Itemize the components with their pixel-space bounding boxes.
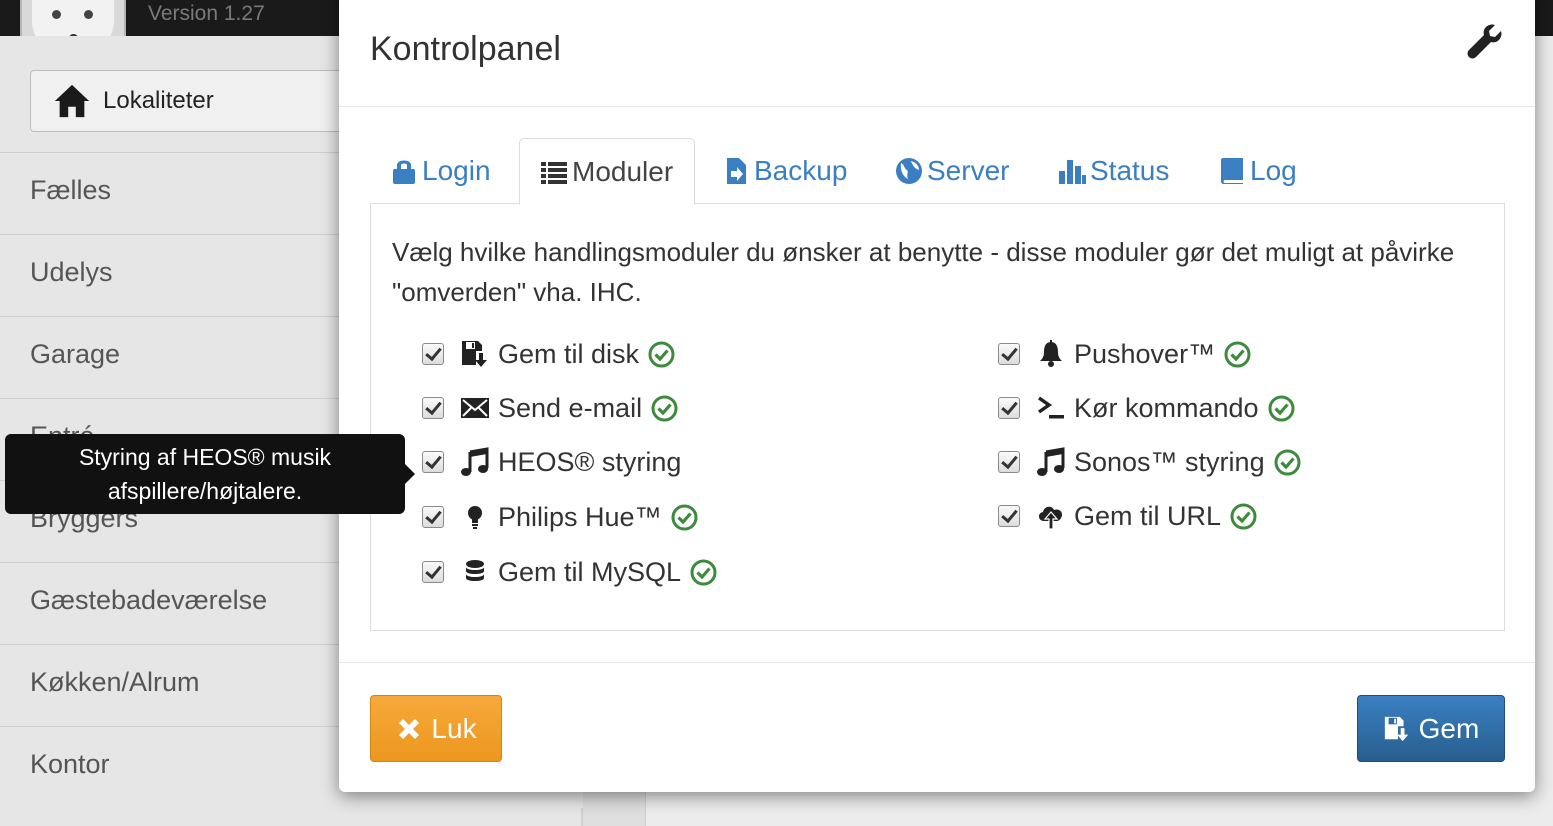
module-checkbox[interactable] bbox=[422, 451, 444, 473]
terminal-icon bbox=[1037, 396, 1064, 419]
close-button[interactable]: Luk bbox=[370, 695, 502, 762]
envelope-icon bbox=[461, 398, 489, 418]
check-circle-icon bbox=[651, 395, 678, 421]
tooltip-line-1: Styring af HEOS® musik bbox=[78, 444, 332, 470]
module-gem-til-url[interactable]: Gem til URL bbox=[998, 496, 1257, 536]
save-button[interactable]: Gem bbox=[1357, 695, 1505, 762]
tab-content-moduler: Vælg hvilke handlingsmoduler du ønsker a… bbox=[370, 203, 1505, 631]
module-checkbox[interactable] bbox=[998, 451, 1020, 473]
home-icon bbox=[54, 84, 90, 118]
module-checkbox[interactable] bbox=[998, 505, 1020, 527]
check-circle-icon bbox=[690, 559, 717, 585]
check-circle-icon bbox=[1224, 341, 1251, 367]
check-circle-icon bbox=[671, 504, 698, 530]
tab-log[interactable]: Log bbox=[1218, 138, 1297, 204]
lightbulb-icon bbox=[468, 506, 482, 529]
wrench-icon[interactable] bbox=[1465, 22, 1505, 62]
tab-moduler[interactable]: Moduler bbox=[519, 138, 695, 205]
check-circle-icon bbox=[648, 341, 675, 367]
check-circle-icon bbox=[1268, 395, 1295, 421]
tab-login[interactable]: Login bbox=[390, 138, 491, 204]
locations-button[interactable]: Lokaliteter bbox=[30, 70, 350, 132]
modal-title: Kontrolpanel bbox=[370, 30, 561, 68]
list-icon bbox=[541, 161, 567, 184]
music-note-icon bbox=[1037, 447, 1065, 476]
module-pushover[interactable]: Pushover™ bbox=[998, 334, 1251, 374]
check-circle-icon bbox=[1230, 503, 1257, 529]
lock-icon bbox=[393, 160, 415, 184]
tooltip-line-2: afspillere/højtalere. bbox=[107, 478, 303, 504]
cloud-upload-icon bbox=[1038, 506, 1063, 530]
file-import-icon bbox=[727, 158, 746, 184]
check-circle-icon bbox=[1274, 449, 1301, 475]
module-checkbox[interactable] bbox=[422, 561, 444, 583]
database-icon bbox=[466, 560, 484, 581]
modal-header: Kontrolpanel bbox=[339, 0, 1535, 107]
module-gem-til-mysql[interactable]: Gem til MySQL bbox=[422, 552, 717, 592]
globe-icon bbox=[896, 158, 922, 184]
bell-icon bbox=[1040, 340, 1062, 367]
bar-chart-icon bbox=[1059, 160, 1086, 184]
module-checkbox[interactable] bbox=[422, 397, 444, 419]
close-icon bbox=[399, 718, 420, 739]
floppy-save-icon bbox=[462, 341, 487, 367]
heos-tooltip: Styring af HEOS® musik afspillere/højtal… bbox=[5, 434, 415, 514]
modules-intro-text: Vælg hvilke handlingsmoduler du ønsker a… bbox=[392, 237, 1455, 307]
control-panel-modal: Kontrolpanel Login Moduler Backup Server… bbox=[339, 0, 1535, 792]
module-koer-kommando[interactable]: Kør kommando bbox=[998, 388, 1295, 428]
music-note-icon bbox=[461, 447, 489, 476]
module-gem-til-disk[interactable]: Gem til disk bbox=[422, 334, 675, 374]
tab-backup[interactable]: Backup bbox=[722, 138, 847, 204]
module-checkbox[interactable] bbox=[422, 343, 444, 365]
module-checkbox[interactable] bbox=[998, 343, 1020, 365]
tab-bar: Login Moduler Backup Server Status Log bbox=[370, 138, 1505, 205]
version-label: Version 1.27 bbox=[148, 2, 265, 25]
modal-footer: Luk Gem bbox=[339, 662, 1535, 792]
module-send-email[interactable]: Send e-mail bbox=[422, 388, 678, 428]
module-heos[interactable]: HEOS® styring bbox=[422, 442, 681, 482]
locations-label: Lokaliteter bbox=[103, 87, 214, 114]
module-checkbox[interactable] bbox=[998, 397, 1020, 419]
module-sonos[interactable]: Sonos™ styring bbox=[998, 442, 1301, 482]
tab-status[interactable]: Status bbox=[1058, 138, 1169, 204]
book-icon bbox=[1221, 158, 1243, 184]
floppy-save-icon bbox=[1384, 716, 1408, 741]
tab-server[interactable]: Server bbox=[895, 138, 1009, 204]
module-checkbox[interactable] bbox=[422, 506, 444, 528]
module-philips-hue[interactable]: Philips Hue™ bbox=[422, 497, 698, 537]
